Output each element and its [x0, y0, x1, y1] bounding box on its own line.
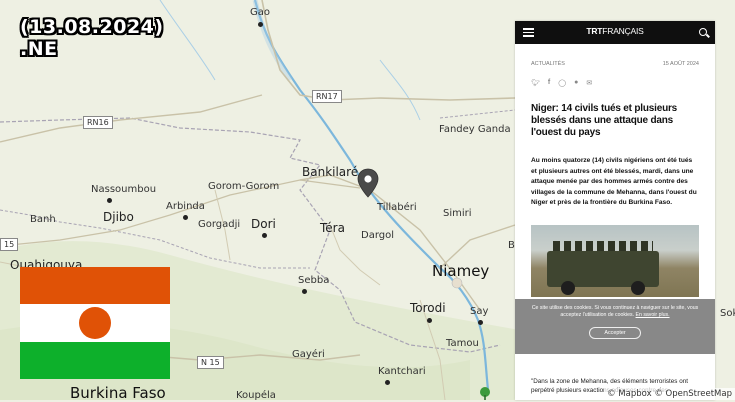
flag-band-green: [20, 341, 170, 379]
place-label: Tamou: [446, 338, 479, 349]
place-dot: [385, 380, 390, 385]
place-label: Gayéri: [292, 349, 325, 360]
search-icon[interactable]: [699, 28, 707, 36]
place-dot: [183, 215, 188, 220]
date-overlay-line2: .NE: [20, 38, 58, 60]
article-header-bar: TRTFRANÇAIS: [515, 21, 715, 44]
place-label: Tillabéri: [377, 202, 417, 213]
article-section[interactable]: ACTUALITÉS: [531, 61, 565, 67]
brand-suffix: FRANÇAIS: [602, 26, 644, 36]
cookie-banner: Ce site utilise des cookies. Si vous con…: [515, 299, 715, 354]
share-bar: 🐦︎ f ◯ ● ✉: [531, 79, 699, 87]
place-dot: [258, 22, 263, 27]
date-overlay-line1: (13.08.2024): [20, 16, 164, 38]
place-label: Gao: [250, 7, 270, 18]
place-label: B: [508, 240, 515, 251]
place-label: Bankilaré: [302, 165, 359, 179]
brand-prefix: TRT: [586, 26, 603, 36]
place-label: Torodi: [410, 301, 446, 315]
place-dot: [478, 320, 483, 325]
date-overlay: (13.08.2024) .NE: [20, 16, 164, 60]
place-label: Gorom-Gorom: [208, 181, 280, 192]
flag-band-orange: [20, 267, 170, 305]
brand-logo[interactable]: TRTFRANÇAIS: [515, 26, 715, 36]
road-shield-rn17: RN17: [312, 90, 342, 103]
park-icon: [480, 387, 490, 400]
place-label: Simiri: [443, 208, 472, 219]
flag-sun-icon: [79, 307, 111, 340]
map-attribution[interactable]: © Mapbox © OpenStreetMap: [604, 388, 735, 400]
twitter-icon[interactable]: 🐦︎: [531, 79, 540, 87]
cookie-accept-button[interactable]: Accepter: [589, 327, 641, 339]
place-label: Téra: [320, 221, 345, 235]
road-shield-n15: N 15: [197, 356, 224, 369]
place-label: Nassoumbou: [91, 184, 157, 195]
email-icon[interactable]: ✉: [586, 79, 592, 87]
place-label: Sebba: [298, 275, 330, 286]
flag-band-white: [20, 304, 170, 342]
place-label: Sok: [720, 308, 735, 319]
place-label: Djibo: [103, 210, 134, 224]
place-dot: [427, 318, 432, 323]
cookie-message: Ce site utilise des cookies. Si vous con…: [531, 305, 699, 318]
place-label: Kantchari: [378, 366, 426, 377]
cookie-learn-more-link[interactable]: En savoir plus.: [636, 312, 670, 318]
place-label: Dori: [251, 217, 276, 231]
reddit-icon[interactable]: ●: [574, 79, 578, 87]
place-dot: [262, 233, 267, 238]
whatsapp-icon[interactable]: ◯: [558, 79, 566, 87]
facebook-icon[interactable]: f: [548, 79, 550, 87]
place-dot: [302, 289, 307, 294]
article-date: 15 AOÛT 2024: [662, 61, 699, 67]
place-label: Banh: [30, 214, 56, 225]
place-label: Dargol: [361, 230, 395, 241]
niger-flag: [20, 267, 170, 379]
place-label: Gorgadji: [198, 219, 241, 230]
place-label: Say: [470, 306, 489, 317]
place-dot: [107, 198, 112, 203]
place-label: Niamey: [432, 262, 490, 280]
map-pin-icon[interactable]: [357, 168, 379, 198]
place-label: Fandey Ganda: [439, 124, 511, 135]
article-photo[interactable]: [531, 224, 699, 297]
place-label: Arbinda: [166, 201, 205, 212]
article-headline: Niger: 14 civils tués et plusieurs bless…: [531, 103, 678, 138]
article-summary: Au moins quatorze (14) civils nigériens …: [531, 157, 697, 206]
road-shield-rn16: RN16: [83, 116, 113, 129]
place-label: Burkina Faso: [70, 384, 166, 402]
article-meta: ACTUALITÉS 15 AOÛT 2024: [531, 61, 699, 67]
road-shield-15: 15: [0, 238, 19, 251]
cookie-text: Ce site utilise des cookies. Si vous con…: [515, 299, 715, 319]
place-label: Koupéla: [236, 390, 276, 401]
